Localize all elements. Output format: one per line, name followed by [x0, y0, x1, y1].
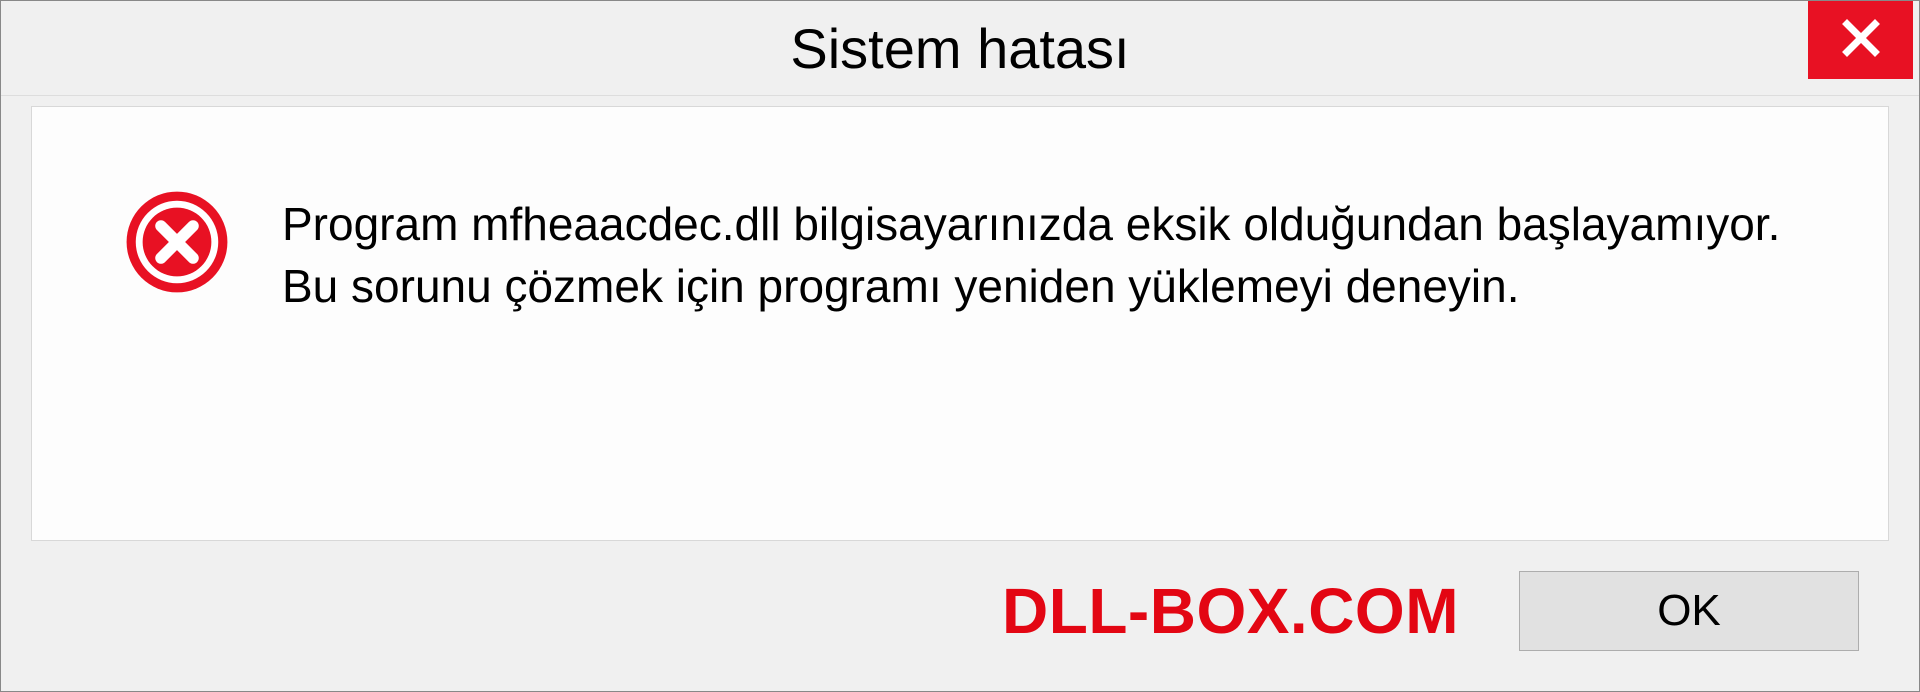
dialog-title: Sistem hatası: [790, 16, 1129, 81]
close-button[interactable]: [1808, 1, 1913, 79]
dialog-footer: DLL-BOX.COM OK: [1, 561, 1919, 691]
ok-button-label: OK: [1657, 586, 1721, 636]
error-icon: [122, 187, 232, 297]
close-icon: [1840, 17, 1882, 64]
ok-button[interactable]: OK: [1519, 571, 1859, 651]
error-message: Program mfheaacdec.dll bilgisayarınızda …: [282, 187, 1828, 317]
watermark-text: DLL-BOX.COM: [1002, 574, 1459, 648]
error-dialog: Sistem hatası Program mfheaacdec.dll bil…: [0, 0, 1920, 692]
titlebar: Sistem hatası: [1, 1, 1919, 96]
content-panel: Program mfheaacdec.dll bilgisayarınızda …: [31, 106, 1889, 541]
